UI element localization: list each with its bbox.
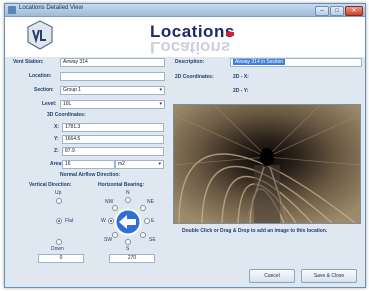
company-logo-icon bbox=[27, 20, 53, 50]
horizontal-bearing-label: Horizontal Bearing: bbox=[98, 182, 145, 188]
area-label: Area: bbox=[50, 161, 63, 167]
tunnel-photo bbox=[174, 105, 360, 223]
bearing-e-radio[interactable] bbox=[144, 218, 150, 224]
location-label: Location: bbox=[29, 73, 52, 79]
bearing-s-label: S bbox=[126, 246, 130, 252]
vent-station-label: Vent Station: bbox=[13, 59, 44, 65]
locations-window: Locations Detailed View – □ ✕ Locations … bbox=[4, 3, 366, 288]
bearing-arrow-icon bbox=[114, 208, 142, 236]
save-close-button[interactable]: Save & Close bbox=[301, 269, 357, 283]
vertical-flat-radio[interactable] bbox=[56, 218, 62, 224]
area-input[interactable]: 16 bbox=[62, 160, 115, 169]
vertical-direction-label: Vertical Direction: bbox=[29, 182, 72, 188]
coord-y-input[interactable]: 1664.5 bbox=[62, 135, 164, 144]
page-title: Locations bbox=[150, 22, 235, 41]
bearing-e-label: E bbox=[151, 218, 155, 224]
section-dropdown[interactable]: Group 1 bbox=[60, 86, 165, 95]
bearing-s-radio[interactable] bbox=[125, 239, 131, 245]
coords2d-label: 2D Coordinates: bbox=[175, 74, 214, 80]
location-input[interactable] bbox=[60, 72, 165, 81]
description-selected-text: Airway 314 in Section bbox=[233, 59, 286, 65]
level-dropdown[interactable]: 10L bbox=[60, 100, 165, 109]
app-icon bbox=[8, 6, 16, 14]
bearing-n-radio[interactable] bbox=[125, 197, 131, 203]
vertical-up-radio[interactable] bbox=[56, 198, 62, 204]
bearing-w-label: W bbox=[101, 218, 106, 224]
section-label: Section: bbox=[34, 87, 54, 93]
location-image-dropzone[interactable] bbox=[173, 104, 361, 224]
vertical-flat-label: Flat bbox=[65, 218, 74, 224]
vertical-up-label: Up bbox=[55, 190, 62, 196]
vertical-down-radio[interactable] bbox=[56, 239, 62, 245]
vertical-value-input[interactable]: 0 bbox=[38, 254, 84, 263]
coord-z-input[interactable]: 87.9 bbox=[62, 147, 164, 156]
area-unit-dropdown[interactable]: m2 bbox=[115, 160, 164, 169]
page-title-reflection: Locations bbox=[150, 40, 231, 54]
coord-x-label: X: bbox=[54, 124, 59, 130]
header: Locations Locations bbox=[5, 17, 365, 57]
coord-x-input[interactable]: 1781.3 bbox=[62, 123, 164, 132]
window-title: Locations Detailed View bbox=[19, 5, 83, 11]
close-button[interactable]: ✕ bbox=[345, 6, 363, 16]
description-label: Description: bbox=[175, 59, 205, 65]
coord-y-label: Y: bbox=[54, 136, 59, 142]
image-hint-text: Double Click or Drag & Drop to add an im… bbox=[182, 228, 328, 234]
minimize-button[interactable]: – bbox=[315, 6, 329, 16]
title-bar: Locations Detailed View – □ ✕ bbox=[5, 4, 365, 17]
cancel-button[interactable]: Cancel bbox=[249, 269, 295, 283]
maximize-button[interactable]: □ bbox=[330, 6, 344, 16]
airflow-title: Normal Airflow Direction: bbox=[60, 172, 121, 178]
coords3d-label: 3D Coordinates: bbox=[47, 112, 86, 118]
coord2d-x-label: 2D - X: bbox=[233, 74, 249, 80]
bearing-ne-label: NE bbox=[147, 199, 154, 205]
coord-z-label: Z: bbox=[54, 148, 59, 154]
vertical-down-label: Down bbox=[51, 246, 64, 252]
bearing-se-label: SE bbox=[149, 237, 156, 243]
bearing-n-label: N bbox=[126, 190, 130, 196]
status-flag-icon bbox=[226, 32, 234, 36]
vent-station-input[interactable]: Airway 314 bbox=[60, 58, 165, 67]
description-input[interactable]: Airway 314 in Section bbox=[230, 58, 362, 67]
level-label: Level: bbox=[42, 101, 57, 107]
bearing-sw-label: SW bbox=[104, 237, 113, 243]
bearing-nw-label: NW bbox=[105, 199, 114, 205]
bearing-value-input[interactable]: 270 bbox=[109, 254, 155, 263]
coord2d-y-label: 2D - Y: bbox=[233, 88, 249, 94]
